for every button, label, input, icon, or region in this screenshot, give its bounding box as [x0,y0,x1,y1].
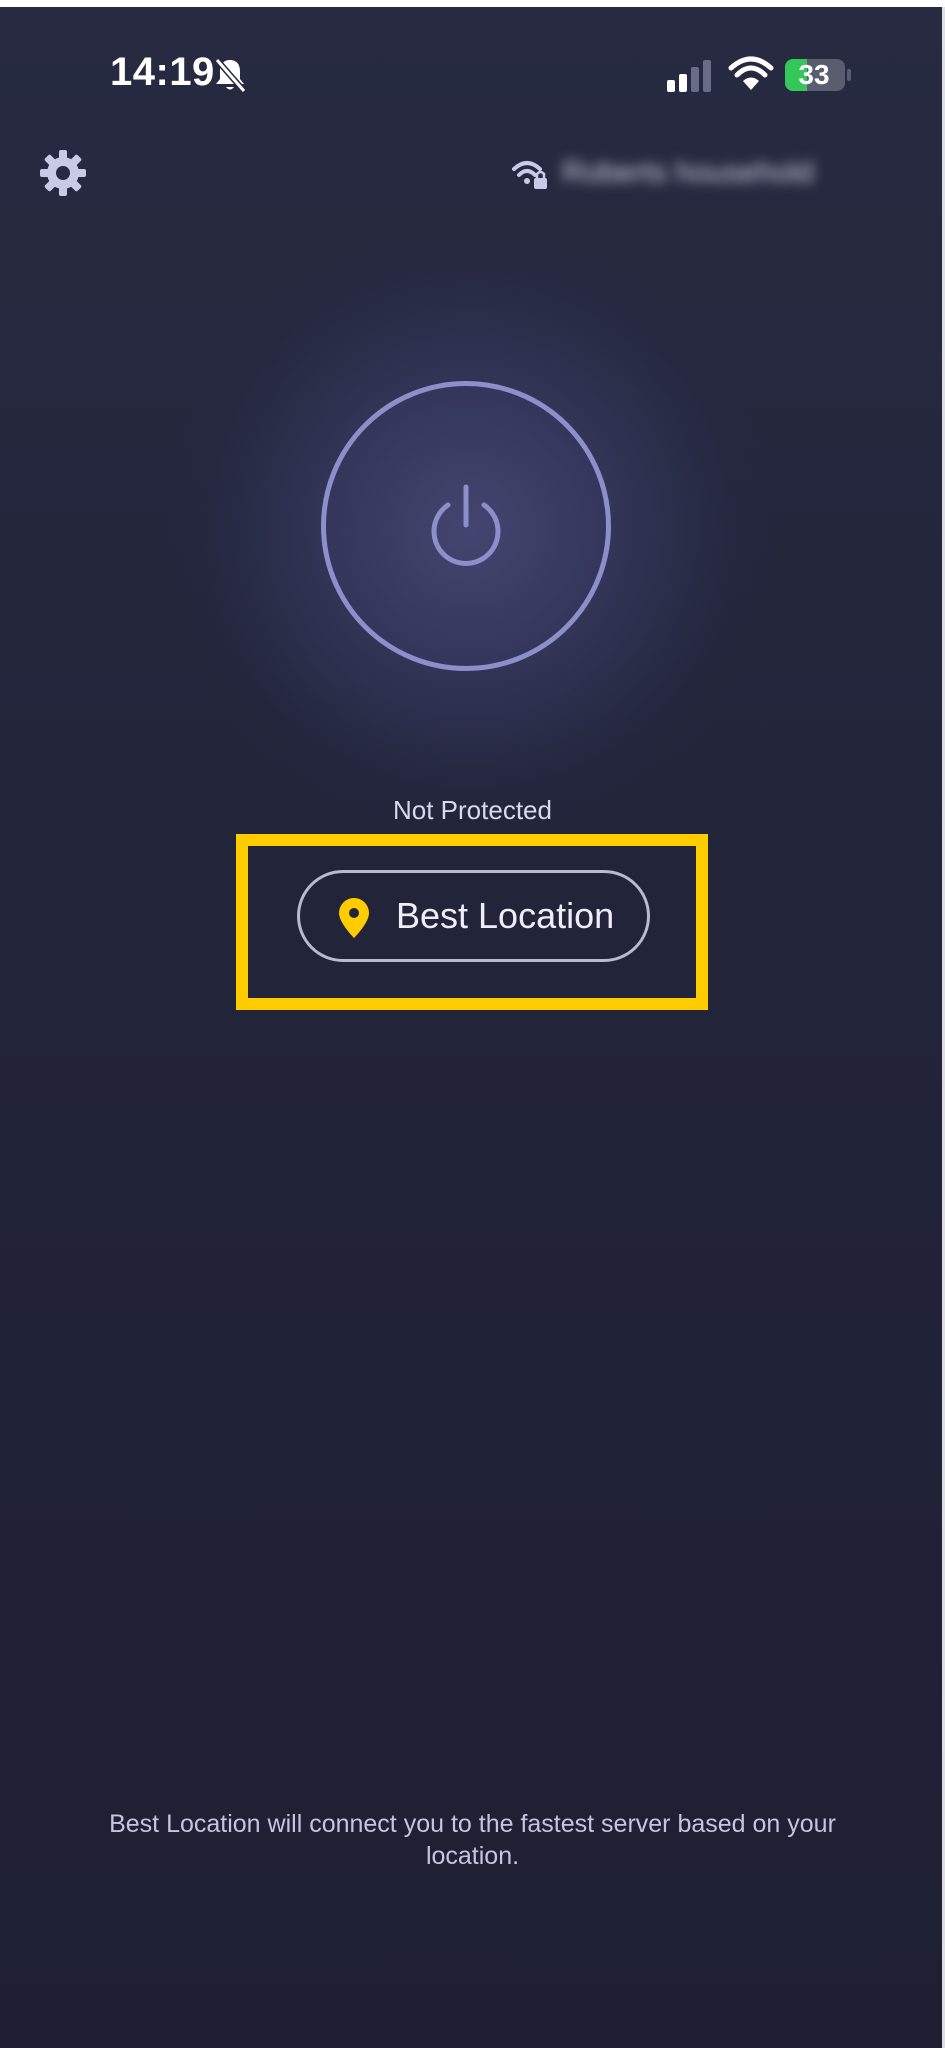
connection-status: Not Protected [393,795,552,825]
bell-slash-icon [214,58,247,93]
best-location-label: Best Location [396,895,615,936]
cellular-signal-icon [667,60,711,92]
best-location-info: Best Location will connect you to the fa… [109,1810,836,1870]
status-time: 14:19 [110,50,215,94]
power-button[interactable] [321,381,611,671]
settings-gear-button[interactable] [38,148,88,198]
battery-level: 33 [798,59,830,90]
location-pin-icon [339,898,369,938]
wifi-icon [728,56,774,90]
battery-indicator: 33 [784,58,854,92]
network-name: Roberts household [562,156,814,189]
best-location-button[interactable]: Best Location [297,870,650,962]
secure-wifi-icon [512,161,547,189]
current-network[interactable]: Roberts household [510,154,880,194]
power-icon [431,484,501,566]
vpn-home-screen: 14:19 33 Roberts household Not Protected… [0,0,945,2048]
